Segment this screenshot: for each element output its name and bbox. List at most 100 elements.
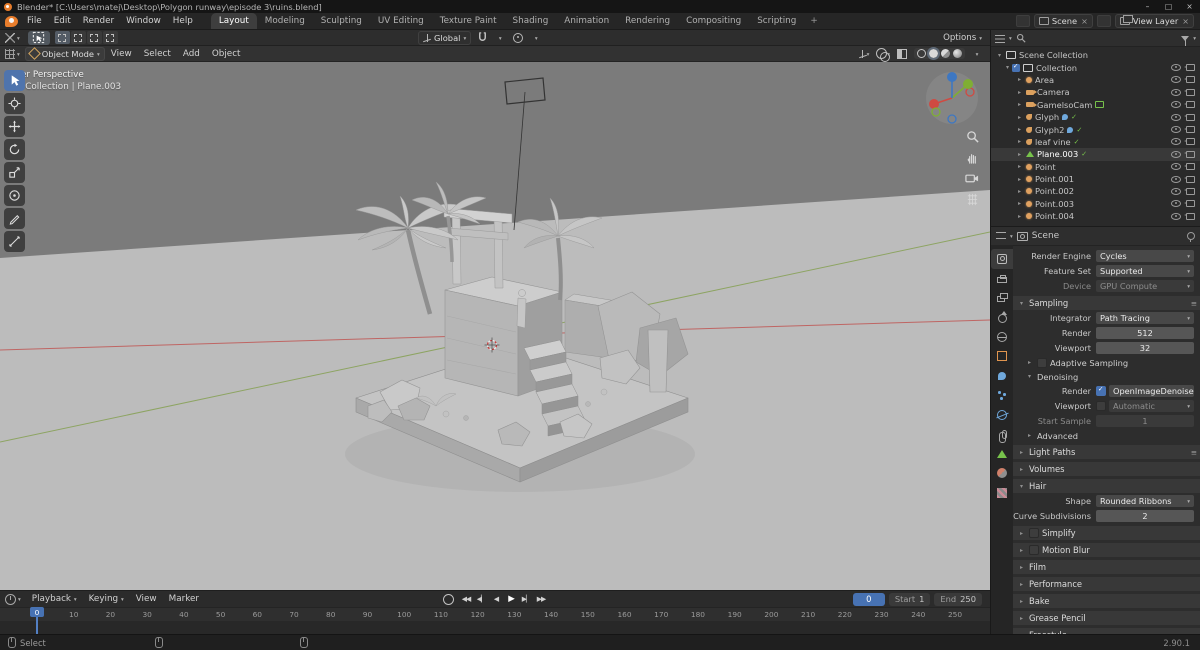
- current-frame-field[interactable]: 0: [852, 592, 885, 606]
- camera-view-button[interactable]: [964, 170, 980, 186]
- outliner-row-camera[interactable]: Camera: [991, 86, 1200, 98]
- tab-object-data-properties[interactable]: [991, 444, 1013, 464]
- options-dropdown[interactable]: Options: [943, 33, 982, 43]
- hair-shape-dropdown[interactable]: Rounded Ribbons: [1096, 494, 1194, 507]
- panel-hair[interactable]: Hair: [1013, 479, 1200, 493]
- workspace-tab-compositing[interactable]: Compositing: [678, 13, 749, 29]
- visibility-eye-icon[interactable]: [1171, 212, 1181, 220]
- navigation-gizmo[interactable]: [924, 70, 980, 126]
- render-visibility-icon[interactable]: [1183, 64, 1195, 72]
- tab-scene-properties[interactable]: [991, 308, 1013, 328]
- gizmos-dropdown[interactable]: [857, 47, 871, 60]
- perspective-toggle-button[interactable]: [964, 191, 980, 207]
- workspace-tab-animation[interactable]: Animation: [556, 13, 617, 29]
- visibility-eye-icon[interactable]: [1171, 126, 1181, 134]
- timeline-track-area[interactable]: [0, 621, 990, 634]
- panel-motion-blur[interactable]: Motion Blur: [1013, 543, 1200, 557]
- start-sample-field[interactable]: 1: [1096, 414, 1194, 427]
- zoom-button[interactable]: [964, 128, 980, 144]
- proportional-edit-icon[interactable]: [511, 31, 525, 44]
- panel-film[interactable]: Film: [1013, 560, 1200, 574]
- outliner-row-area[interactable]: Area: [991, 74, 1200, 86]
- snap-options-dropdown[interactable]: [493, 31, 507, 44]
- samples-viewport-field[interactable]: 32: [1096, 341, 1194, 354]
- workspace-tab-texture-paint[interactable]: Texture Paint: [432, 13, 505, 29]
- menu-render[interactable]: Render: [77, 13, 120, 29]
- add-view-layer-icon[interactable]: [1096, 15, 1111, 27]
- panel-simplify[interactable]: Simplify: [1013, 526, 1200, 540]
- jump-to-end-button[interactable]: ▶▶: [534, 593, 548, 606]
- outliner-row-glyph[interactable]: Glyph: [991, 111, 1200, 123]
- presets-menu-icon[interactable]: [1191, 299, 1197, 308]
- render-visibility-icon[interactable]: [1183, 76, 1195, 84]
- render-visibility-icon[interactable]: [1183, 175, 1195, 183]
- expand-arrow-icon[interactable]: [1015, 138, 1024, 145]
- rendered-shading-button[interactable]: [953, 49, 962, 58]
- editor-type-timeline-button[interactable]: [0, 591, 26, 607]
- expand-arrow-icon[interactable]: [1003, 64, 1012, 71]
- move-tool[interactable]: [4, 116, 25, 137]
- outliner-row-leaf-vine[interactable]: leaf vine: [991, 136, 1200, 148]
- visibility-eye-icon[interactable]: [1171, 113, 1181, 121]
- outliner-row-glyph2[interactable]: Glyph2: [991, 123, 1200, 135]
- editor-type-3d-viewport-button[interactable]: [0, 46, 25, 61]
- maximize-button[interactable]: □: [1158, 0, 1179, 13]
- view-layer-selector[interactable]: View Layer ×: [1114, 14, 1194, 28]
- snap-magnet-icon[interactable]: [475, 31, 489, 44]
- mode-dropdown[interactable]: Object Mode: [24, 46, 105, 61]
- wireframe-shading-button[interactable]: [917, 49, 926, 58]
- expand-arrow-icon[interactable]: [1015, 176, 1024, 183]
- expand-arrow-icon[interactable]: [1015, 200, 1024, 207]
- xray-toggle[interactable]: [895, 47, 909, 60]
- tab-constraint-properties[interactable]: [991, 425, 1013, 445]
- tab-physics-properties[interactable]: [991, 405, 1013, 425]
- motion-blur-checkbox[interactable]: [1029, 545, 1039, 555]
- select-mode-set[interactable]: [54, 31, 70, 44]
- close-button[interactable]: ×: [1179, 0, 1200, 13]
- next-keyframe-button[interactable]: ▶▏: [519, 593, 533, 606]
- workspace-tab-layout[interactable]: Layout: [210, 13, 257, 29]
- play-reverse-button[interactable]: ◀: [489, 593, 503, 606]
- rotate-tool[interactable]: [4, 139, 25, 160]
- outliner-row-point-002[interactable]: Point.002: [991, 185, 1200, 197]
- adaptive-sampling-checkbox[interactable]: [1037, 357, 1047, 368]
- integrator-dropdown[interactable]: Path Tracing: [1096, 311, 1194, 324]
- workspace-tab-modeling[interactable]: Modeling: [257, 13, 313, 29]
- expand-arrow-icon[interactable]: [995, 52, 1004, 59]
- menu-object[interactable]: Object: [206, 46, 247, 61]
- menu-select[interactable]: Select: [138, 46, 177, 61]
- annotate-tool[interactable]: [4, 208, 25, 229]
- playhead-badge[interactable]: 0: [30, 607, 44, 617]
- menu-window[interactable]: Window: [120, 13, 167, 29]
- tab-material-properties[interactable]: [991, 464, 1013, 484]
- select-box-tool[interactable]: [4, 70, 25, 91]
- transform-tool[interactable]: [4, 185, 25, 206]
- outliner-row-plane-003[interactable]: Plane.003: [991, 148, 1200, 161]
- frame-end-field[interactable]: End 250: [934, 592, 982, 606]
- render-engine-dropdown[interactable]: Cycles: [1096, 249, 1194, 262]
- menu-file[interactable]: File: [21, 13, 48, 29]
- editor-type-tool-button[interactable]: [0, 30, 25, 45]
- visibility-eye-icon[interactable]: [1171, 163, 1181, 171]
- menu-view-timeline[interactable]: View: [130, 591, 163, 607]
- active-tool-box-select[interactable]: [27, 30, 50, 45]
- overlays-dropdown[interactable]: [876, 47, 891, 62]
- curve-subdivisions-field[interactable]: 2: [1096, 509, 1194, 522]
- menu-add[interactable]: Add: [177, 46, 206, 61]
- outliner-row-point-004[interactable]: Point.004: [991, 210, 1200, 222]
- properties-editor-icon[interactable]: [996, 231, 1006, 241]
- visibility-eye-icon[interactable]: [1171, 175, 1181, 183]
- view-layer-unlink-icon[interactable]: ×: [1182, 17, 1189, 26]
- browse-scene-icon[interactable]: [1015, 15, 1030, 27]
- menu-edit[interactable]: Edit: [48, 13, 77, 29]
- menu-marker[interactable]: Marker: [163, 591, 205, 607]
- material-preview-button[interactable]: [941, 49, 950, 58]
- panel-volumes[interactable]: Volumes: [1013, 462, 1200, 476]
- scene-selector[interactable]: Scene ×: [1033, 14, 1093, 28]
- tab-modifier-properties[interactable]: [991, 366, 1013, 386]
- proportional-falloff-dropdown[interactable]: [529, 31, 543, 44]
- auto-keyframe-record-icon[interactable]: [443, 593, 454, 605]
- previous-keyframe-button[interactable]: ◀▏: [474, 593, 488, 606]
- render-visibility-icon[interactable]: [1183, 150, 1195, 158]
- expand-arrow-icon[interactable]: [1015, 89, 1024, 96]
